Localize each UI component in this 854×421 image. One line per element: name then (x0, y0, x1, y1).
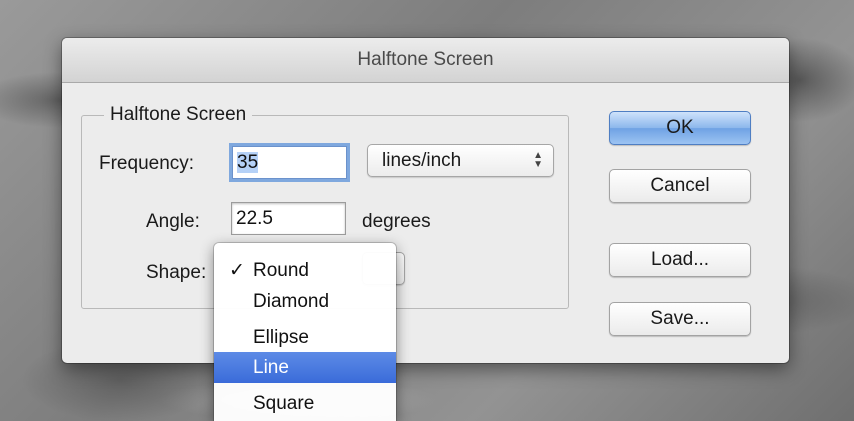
frequency-input[interactable]: 35 (232, 146, 347, 179)
menu-item-label: Round (253, 260, 309, 281)
load-button[interactable]: Load... (609, 243, 751, 277)
shape-dropdown-menu: ✓ Round Diamond Ellipse Line Square (214, 243, 396, 421)
checkmark-icon: ✓ (229, 260, 245, 281)
menu-item-label: Line (253, 357, 289, 378)
angle-unit-label: degrees (362, 211, 431, 232)
menu-item-label: Diamond (253, 291, 330, 312)
stepper-arrows-icon: ▲ ▼ (533, 150, 543, 170)
angle-input[interactable]: 22.5 (231, 202, 346, 235)
frequency-unit-value: lines/inch (382, 150, 462, 171)
halftone-screen-dialog: Halftone Screen Halftone Screen Frequenc… (62, 38, 789, 363)
dialog-title: Halftone Screen (62, 38, 789, 83)
menu-item-square[interactable]: Square (214, 388, 396, 419)
angle-label: Angle: (146, 211, 200, 232)
ok-button[interactable]: OK (609, 111, 751, 145)
save-button[interactable]: Save... (609, 302, 751, 336)
menu-item-label: Ellipse (253, 327, 309, 348)
group-title: Halftone Screen (104, 104, 253, 126)
angle-value: 22.5 (236, 208, 273, 229)
frequency-value: 35 (237, 152, 259, 173)
menu-item-ellipse[interactable]: Ellipse (214, 322, 396, 353)
frequency-unit-select[interactable]: lines/inch ▲ ▼ (367, 144, 554, 177)
menu-item-round[interactable]: ✓ Round (214, 255, 396, 286)
shape-label: Shape: (146, 262, 207, 283)
cancel-button[interactable]: Cancel (609, 169, 751, 203)
menu-item-diamond[interactable]: Diamond (214, 286, 396, 317)
menu-item-line[interactable]: Line (214, 352, 396, 383)
frequency-label: Frequency: (99, 153, 195, 174)
menu-item-label: Square (253, 393, 315, 414)
